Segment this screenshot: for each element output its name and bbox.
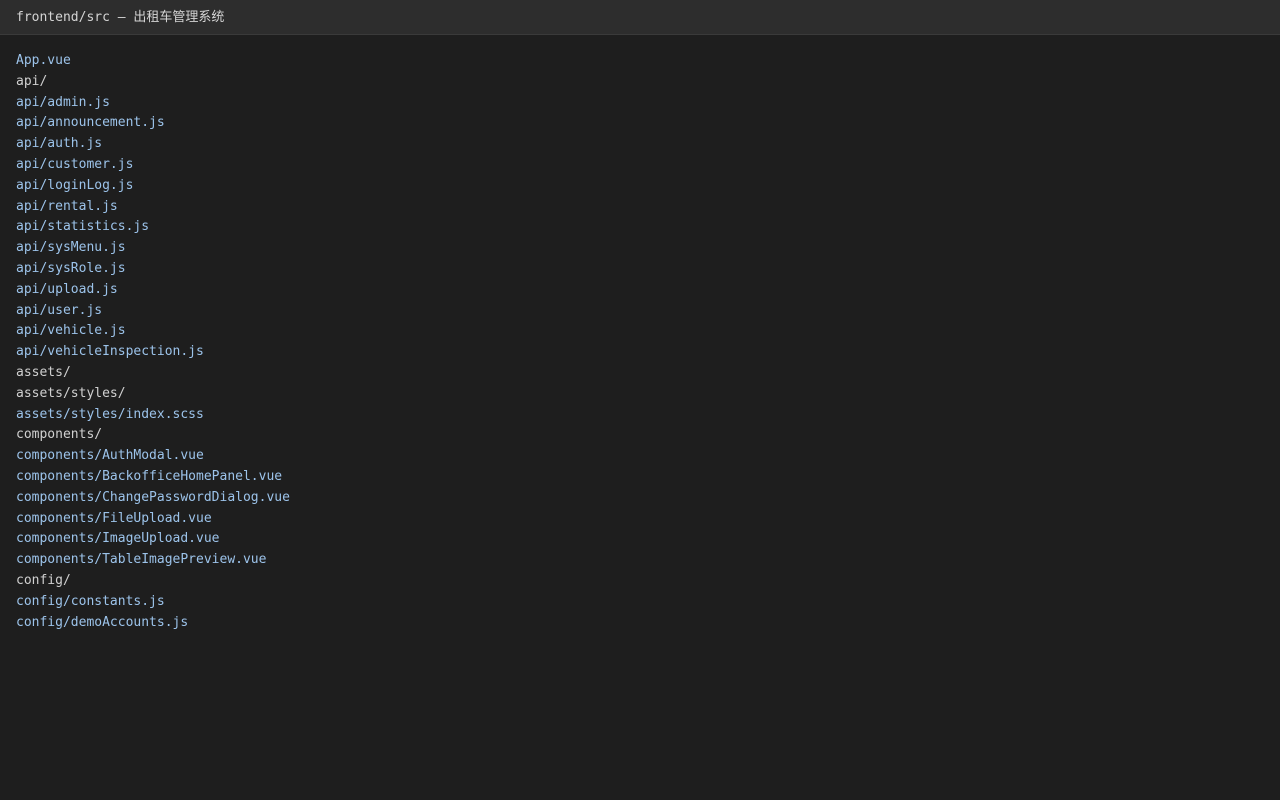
file-item[interactable]: components/AuthModal.vue	[16, 446, 1256, 467]
file-item[interactable]: api/announcement.js	[16, 113, 1256, 134]
file-item[interactable]: api/customer.js	[16, 155, 1256, 176]
file-item[interactable]: components/TableImagePreview.vue	[16, 550, 1256, 571]
file-item[interactable]: components/ChangePasswordDialog.vue	[16, 488, 1256, 509]
file-item[interactable]: api/sysRole.js	[16, 259, 1256, 280]
directory-item[interactable]: assets/	[16, 363, 1256, 384]
window-title: frontend/src — 出租车管理系统	[16, 10, 225, 25]
file-item[interactable]: components/ImageUpload.vue	[16, 529, 1256, 550]
file-item[interactable]: api/auth.js	[16, 134, 1256, 155]
file-item[interactable]: api/vehicleInspection.js	[16, 342, 1256, 363]
file-item[interactable]: api/sysMenu.js	[16, 238, 1256, 259]
directory-item[interactable]: api/	[16, 72, 1256, 93]
file-item[interactable]: api/upload.js	[16, 280, 1256, 301]
file-item[interactable]: assets/styles/index.scss	[16, 405, 1256, 426]
file-item[interactable]: api/rental.js	[16, 197, 1256, 218]
file-item[interactable]: config/demoAccounts.js	[16, 613, 1256, 634]
title-bar: frontend/src — 出租车管理系统	[0, 0, 1280, 35]
file-item[interactable]: components/FileUpload.vue	[16, 509, 1256, 530]
file-item[interactable]: config/constants.js	[16, 592, 1256, 613]
file-list: App.vue api/api/admin.js api/announcement.…	[16, 51, 1256, 633]
directory-item[interactable]: components/	[16, 425, 1256, 446]
file-item[interactable]: App.vue	[16, 51, 1256, 72]
file-item[interactable]: api/admin.js	[16, 93, 1256, 114]
file-item[interactable]: api/vehicle.js	[16, 321, 1256, 342]
directory-item[interactable]: assets/styles/	[16, 384, 1256, 405]
directory-item[interactable]: config/	[16, 571, 1256, 592]
file-item[interactable]: api/loginLog.js	[16, 176, 1256, 197]
file-item[interactable]: api/user.js	[16, 301, 1256, 322]
file-item[interactable]: components/BackofficeHomePanel.vue	[16, 467, 1256, 488]
file-item[interactable]: api/statistics.js	[16, 217, 1256, 238]
